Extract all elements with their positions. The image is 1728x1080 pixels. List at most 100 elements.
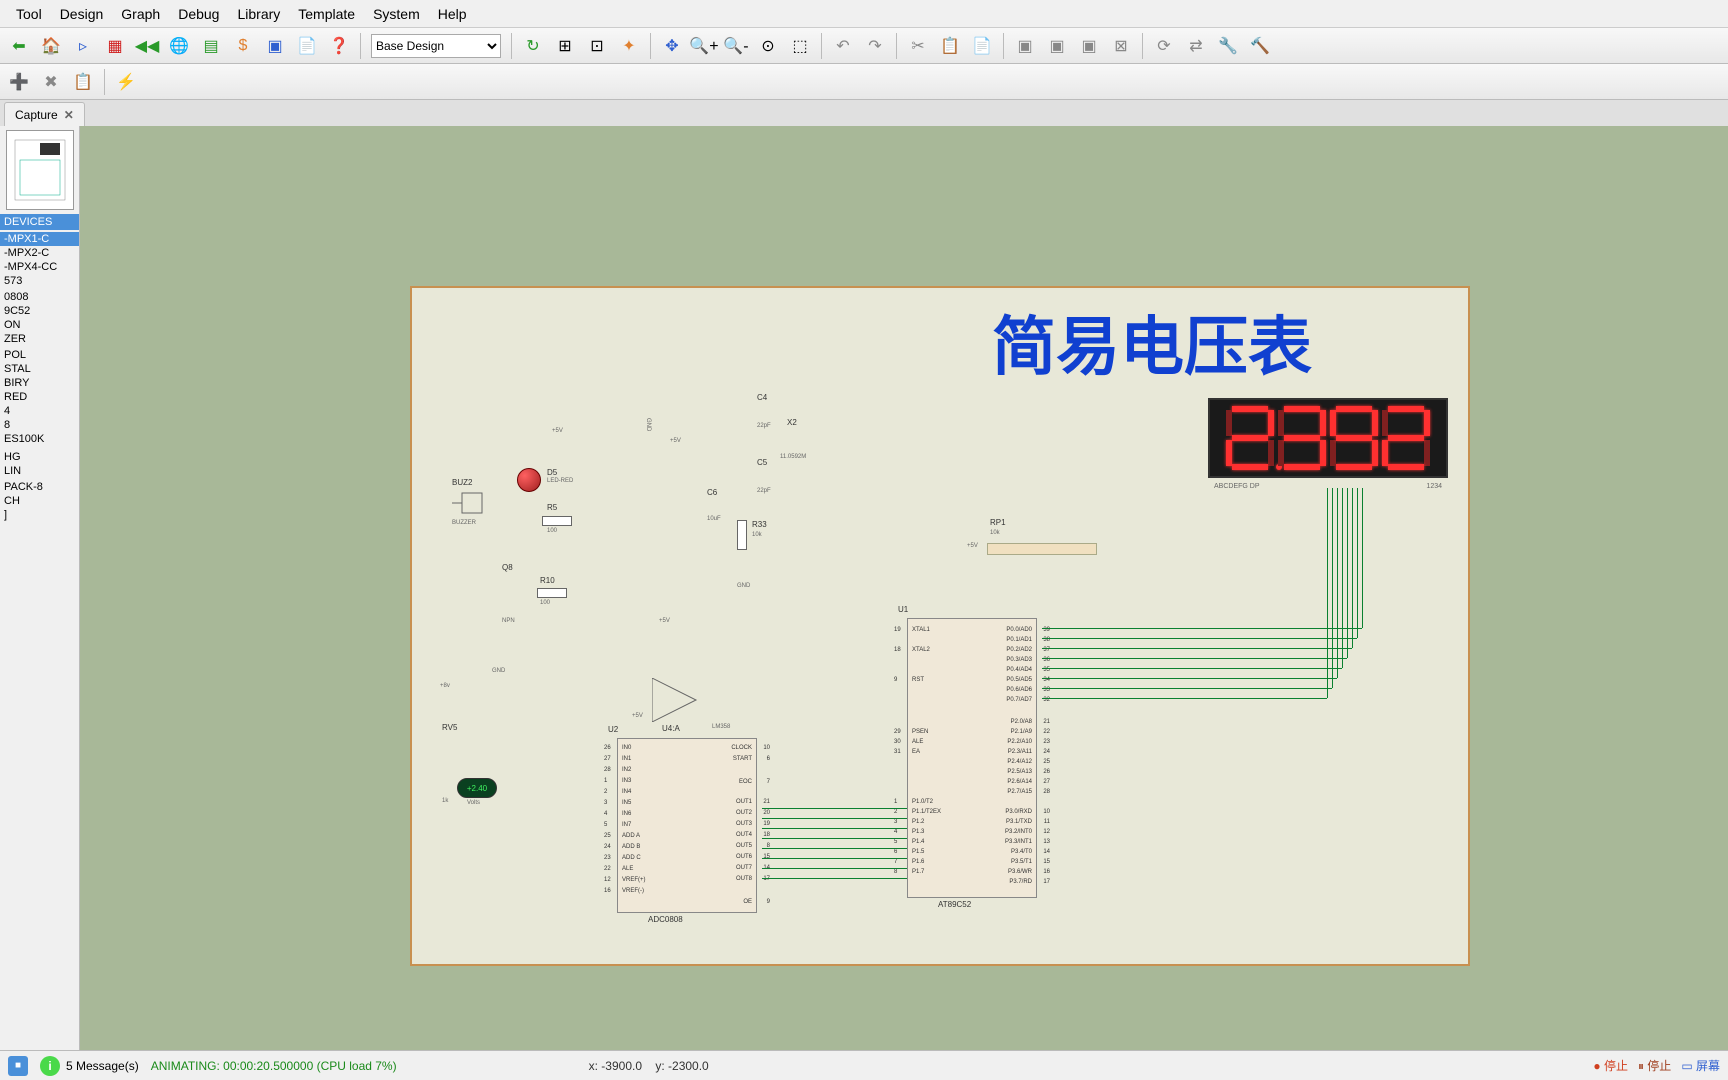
device-item[interactable]: ES100K: [0, 432, 79, 446]
home-button[interactable]: 🏠: [36, 31, 66, 61]
pcb-icon[interactable]: ▤: [196, 31, 226, 61]
device-item[interactable]: POL: [0, 348, 79, 362]
digit-4: [1382, 406, 1430, 470]
menu-debug[interactable]: Debug: [170, 2, 227, 26]
resistor-r5[interactable]: [542, 516, 572, 526]
tool-icon[interactable]: 🔧: [1213, 31, 1243, 61]
device-item[interactable]: -MPX2-C: [0, 246, 79, 260]
menu-help[interactable]: Help: [430, 2, 475, 26]
device-list: -MPX1-C -MPX2-C -MPX4-CC 573 0808 9C52 O…: [0, 230, 79, 524]
grid-icon[interactable]: ⊞: [550, 31, 580, 61]
screen-button[interactable]: ▭ 屏幕: [1681, 1057, 1720, 1074]
design-select[interactable]: Base Design: [371, 34, 501, 58]
stop-button[interactable]: ● 停止: [1593, 1057, 1628, 1074]
status-square-icon[interactable]: ■: [8, 1056, 28, 1076]
status-animating: ANIMATING: 00:00:20.500000 (CPU load 7%): [151, 1059, 397, 1073]
device-item[interactable]: 8: [0, 418, 79, 432]
rewind-button[interactable]: ◀◀: [132, 31, 162, 61]
dollar-icon[interactable]: $: [228, 31, 258, 61]
hammer-icon[interactable]: 🔨: [1245, 31, 1275, 61]
device-item[interactable]: 4: [0, 404, 79, 418]
schematic-sheet[interactable]: 简易电压表: [410, 286, 1470, 966]
block-icon-3[interactable]: ▣: [1074, 31, 1104, 61]
status-coordinates: x: -3900.0 y: -2300.0: [589, 1059, 709, 1073]
resistor-r33[interactable]: [737, 520, 747, 550]
seven-segment-display[interactable]: ABCDEFG DP 1234: [1208, 398, 1448, 478]
zoom-area-icon[interactable]: ⬚: [785, 31, 815, 61]
device-item[interactable]: PACK-8: [0, 480, 79, 494]
copy-icon[interactable]: 📋: [935, 31, 965, 61]
menu-tool[interactable]: Tool: [8, 2, 50, 26]
device-item[interactable]: -MPX1-C: [0, 232, 79, 246]
block-icon-2[interactable]: ▣: [1042, 31, 1072, 61]
device-item[interactable]: STAL: [0, 362, 79, 376]
device-item[interactable]: ]: [0, 508, 79, 522]
tab-capture[interactable]: Capture ✕: [4, 102, 85, 126]
menu-library[interactable]: Library: [229, 2, 288, 26]
zoom-fit-icon[interactable]: ⊙: [753, 31, 783, 61]
sidebar: DEVICES -MPX1-C -MPX2-C -MPX4-CC 573 080…: [0, 126, 80, 1050]
back-button[interactable]: ⬅: [4, 31, 34, 61]
preview-thumbnail[interactable]: [6, 130, 74, 210]
device-item[interactable]: LIN: [0, 464, 79, 478]
binary-icon[interactable]: ▣: [260, 31, 290, 61]
device-item[interactable]: ZER: [0, 332, 79, 346]
center-icon[interactable]: ✦: [614, 31, 644, 61]
cut-icon[interactable]: ✂: [903, 31, 933, 61]
device-item[interactable]: CH: [0, 494, 79, 508]
add-icon[interactable]: ➕: [4, 67, 34, 97]
tabbar: Capture ✕: [0, 100, 1728, 126]
block-icon-1[interactable]: ▣: [1010, 31, 1040, 61]
device-item[interactable]: ON: [0, 318, 79, 332]
led-d5[interactable]: [517, 468, 541, 492]
pause-button[interactable]: ⏸ 停止: [1638, 1057, 1671, 1074]
device-item[interactable]: 0808: [0, 290, 79, 304]
voltmeter[interactable]: +2.40: [457, 778, 497, 798]
device-item[interactable]: 9C52: [0, 304, 79, 318]
menu-design[interactable]: Design: [52, 2, 112, 26]
bolt-icon[interactable]: ⚡: [111, 67, 141, 97]
tab-close-icon[interactable]: ✕: [64, 108, 74, 122]
diode-icon[interactable]: ▹: [68, 31, 98, 61]
main-area: DEVICES -MPX1-C -MPX2-C -MPX4-CC 573 080…: [0, 126, 1728, 1050]
device-item[interactable]: BIRY: [0, 376, 79, 390]
tab-label: Capture: [15, 108, 58, 122]
zoom-out-icon[interactable]: 🔍-: [721, 31, 751, 61]
device-item[interactable]: 573: [0, 274, 79, 288]
menu-graph[interactable]: Graph: [113, 2, 168, 26]
opamp-u4[interactable]: [652, 678, 702, 727]
device-item[interactable]: -MPX4-CC: [0, 260, 79, 274]
menu-template[interactable]: Template: [290, 2, 363, 26]
delete-icon[interactable]: ✖: [36, 67, 66, 97]
paste-icon[interactable]: 📄: [967, 31, 997, 61]
block-icon-4[interactable]: ⊠: [1106, 31, 1136, 61]
sheet-icon[interactable]: 📋: [68, 67, 98, 97]
digit-2: [1278, 406, 1326, 470]
menubar: Tool Design Graph Debug Library Template…: [0, 0, 1728, 28]
chip-icon[interactable]: ▦: [100, 31, 130, 61]
resistor-network-rp1[interactable]: [987, 543, 1097, 555]
canvas[interactable]: 简易电压表: [80, 126, 1728, 1050]
document-icon[interactable]: 📄: [292, 31, 322, 61]
info-icon: i: [40, 1056, 60, 1076]
redo-icon[interactable]: ↷: [860, 31, 890, 61]
globe-icon[interactable]: 🌐: [164, 31, 194, 61]
menu-system[interactable]: System: [365, 2, 428, 26]
device-item[interactable]: RED: [0, 390, 79, 404]
status-right: ● 停止 ⏸ 停止 ▭ 屏幕: [1593, 1057, 1720, 1074]
mirror-icon[interactable]: ⇄: [1181, 31, 1211, 61]
pan-icon[interactable]: ✥: [657, 31, 687, 61]
resistor-r10[interactable]: [537, 588, 567, 598]
rotate-icon[interactable]: ⟳: [1149, 31, 1179, 61]
help-icon[interactable]: ❓: [324, 31, 354, 61]
device-item[interactable]: HG: [0, 450, 79, 464]
undo-icon[interactable]: ↶: [828, 31, 858, 61]
chip-u1[interactable]: U1 AT89C52 19XTAL118XTAL29RST29PSEN30ALE…: [907, 618, 1037, 898]
chip-u2[interactable]: U2 ADC0808 26IN027IN128IN21IN32IN43IN54I…: [617, 738, 757, 913]
zoom-in-icon[interactable]: 🔍+: [689, 31, 719, 61]
snap-icon[interactable]: ⊡: [582, 31, 612, 61]
status-messages[interactable]: i 5 Message(s): [40, 1056, 139, 1076]
buzzer[interactable]: [447, 488, 487, 523]
secondary-toolbar: ➕ ✖ 📋 ⚡: [0, 64, 1728, 100]
refresh-icon[interactable]: ↻: [518, 31, 548, 61]
